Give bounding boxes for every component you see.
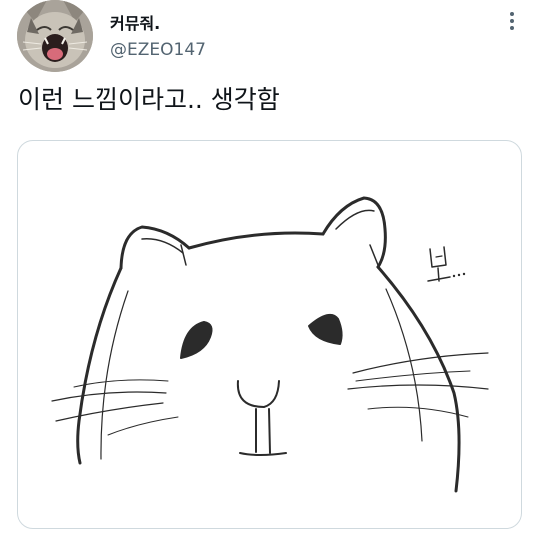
tweet-media-image[interactable] xyxy=(17,140,522,529)
tweet-text: 이런 느낌이라고.. 생각함 xyxy=(18,85,280,114)
yawning-cat-avatar-icon xyxy=(17,0,93,72)
more-options-button[interactable] xyxy=(500,8,524,34)
user-handle[interactable]: @EZEO147 xyxy=(110,40,206,60)
display-name[interactable]: 커뮤줘. xyxy=(110,10,160,34)
hamster-sketch-image xyxy=(51,196,489,493)
avatar[interactable] xyxy=(17,0,93,72)
more-vertical-icon xyxy=(510,12,514,30)
